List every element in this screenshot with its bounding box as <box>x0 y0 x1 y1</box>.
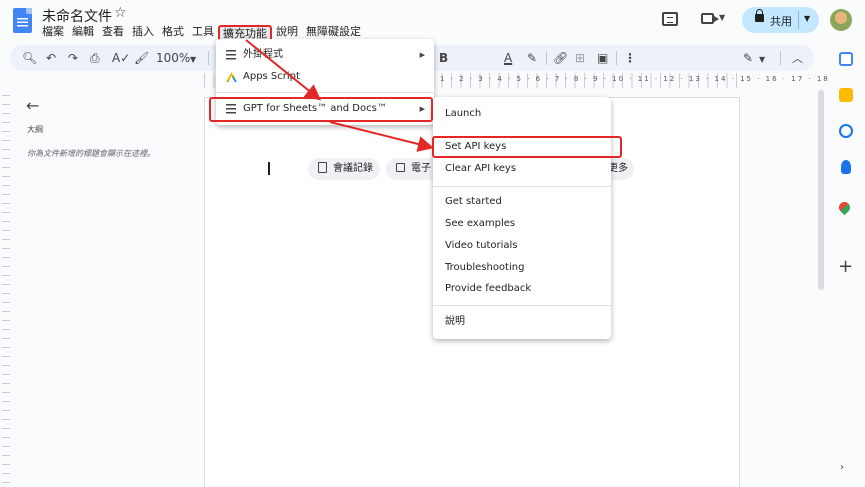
search-icon[interactable]: 🔍︎ <box>22 50 37 66</box>
comment-history-icon[interactable] <box>662 12 678 26</box>
redo-icon[interactable]: ↷ <box>68 50 78 66</box>
menu-item-label: Provide feedback <box>445 283 532 294</box>
more-icon[interactable]: ⋮ <box>624 50 636 66</box>
menu-item-label: Troubleshooting <box>445 262 525 273</box>
menu-item-label: Set API keys <box>445 141 507 152</box>
menu-item-addons[interactable]: 外掛程式 ▶ <box>216 44 434 66</box>
menu-file[interactable]: 檔案 <box>38 25 68 43</box>
ruler-numbers: 1 · 2 · 3 · 4 · 5 · 6 · 7 · 8 · 9 · 10 ·… <box>440 75 830 83</box>
vertical-ruler <box>2 95 10 487</box>
menu-divider <box>216 92 434 93</box>
menu-item-see-examples[interactable]: See examples <box>433 213 611 235</box>
add-addon-icon[interactable]: + <box>838 258 853 276</box>
spellcheck-icon[interactable]: A✓ <box>112 50 130 66</box>
document-title[interactable]: 未命名文件 <box>42 6 112 26</box>
chip-label: 電子 <box>411 163 431 174</box>
maps-icon[interactable] <box>836 199 853 216</box>
menu-item-troubleshooting[interactable]: Troubleshooting <box>433 257 611 279</box>
menu-item-launch[interactable]: Launch <box>433 103 611 125</box>
menu-item-label: Launch <box>445 108 482 119</box>
edit-mode-caret-icon[interactable]: ▼ <box>759 52 765 68</box>
menu-edit[interactable]: 編輯 <box>68 25 98 43</box>
keep-icon[interactable] <box>839 88 853 102</box>
image-icon[interactable]: ▣ <box>597 50 608 66</box>
outline-hint: 你為文件新增的標題會顯示在這裡。 <box>27 149 155 158</box>
show-side-panel-icon[interactable]: › <box>840 462 854 476</box>
menu-item-label: Get started <box>445 196 502 207</box>
menu-tools[interactable]: 工具 <box>188 25 218 43</box>
menu-item-label: Video tutorials <box>445 240 518 251</box>
menu-item-video-tutorials[interactable]: Video tutorials <box>433 235 611 257</box>
gpt-submenu: Launch Set API keys Clear API keys Get s… <box>433 97 611 339</box>
menu-item-label: GPT for Sheets™ and Docs™ <box>243 103 387 114</box>
menu-item-get-started[interactable]: Get started <box>433 191 611 213</box>
highlight-icon[interactable]: ✎ <box>527 50 537 66</box>
comment-add-icon[interactable]: ⊞ <box>575 50 585 66</box>
gpt-addon-icon <box>226 104 236 114</box>
menu-item-label: 外掛程式 <box>243 49 283 60</box>
chip-meeting-notes[interactable]: 會議記錄 <box>308 158 380 180</box>
bold-icon[interactable]: B <box>439 50 448 66</box>
menu-item-label: Clear API keys <box>445 163 517 174</box>
docs-logo-icon[interactable] <box>13 8 32 33</box>
menu-item-label: Apps Script <box>243 71 300 82</box>
star-icon[interactable]: ☆ <box>114 5 127 21</box>
scrollbar[interactable] <box>818 90 824 290</box>
menu-insert[interactable]: 插入 <box>128 25 158 43</box>
text-cursor <box>268 162 270 175</box>
menu-divider <box>433 305 611 306</box>
print-icon[interactable]: ⎙ <box>90 50 100 66</box>
lock-icon <box>755 9 764 22</box>
back-arrow-icon[interactable]: ← <box>26 96 39 115</box>
link-icon[interactable]: 🔗︎ <box>553 50 568 66</box>
share-divider <box>798 11 799 29</box>
edit-mode-icon[interactable]: ✎ <box>743 50 753 66</box>
collapse-toolbar-icon[interactable]: ︿ <box>792 50 803 66</box>
share-caret-icon[interactable]: ▼ <box>804 14 810 23</box>
submenu-arrow-icon: ▶ <box>419 105 425 113</box>
menu-item-set-api-keys[interactable]: Set API keys <box>433 136 611 158</box>
side-panel: + › <box>829 42 865 487</box>
meet-icon[interactable] <box>701 13 719 24</box>
menu-view[interactable]: 查看 <box>98 25 128 43</box>
contacts-icon[interactable] <box>841 160 851 174</box>
toolbar-divider <box>780 51 781 65</box>
tasks-icon[interactable] <box>839 124 853 138</box>
calendar-icon[interactable] <box>839 52 853 66</box>
toolbar-divider <box>208 51 209 65</box>
paint-format-icon[interactable]: 🖌︎ <box>134 50 149 66</box>
title-bar: 未命名文件 ☆ 檔案 編輯 查看 插入 格式 工具 擴充功能 說明 無障礙設定 … <box>0 0 865 43</box>
chip-label: 會議記錄 <box>333 163 373 174</box>
menu-item-apps-script[interactable]: Apps Script <box>216 66 434 88</box>
avatar[interactable] <box>830 9 852 31</box>
zoom-select[interactable]: 100% <box>156 50 190 66</box>
mail-icon <box>396 163 405 172</box>
menu-divider <box>433 186 611 187</box>
menu-item-label: See examples <box>445 218 516 229</box>
text-color-icon[interactable]: A <box>504 50 512 66</box>
chip-label: 更多 <box>608 163 628 174</box>
document-icon <box>318 162 327 173</box>
menu-item-help[interactable]: 說明 <box>433 311 611 333</box>
meet-caret-icon[interactable]: ▼ <box>719 13 725 22</box>
menu-item-provide-feedback[interactable]: Provide feedback <box>433 278 611 300</box>
share-label: 共用 <box>770 15 792 28</box>
menu-item-label: 說明 <box>445 316 465 327</box>
menu-item-gpt-for-sheets-and-docs[interactable]: GPT for Sheets™ and Docs™ ▶ <box>216 98 434 120</box>
menu-format[interactable]: 格式 <box>158 25 188 43</box>
outline-label: 大綱 <box>27 125 43 134</box>
extensions-menu: 外掛程式 ▶ Apps Script GPT for Sheets™ and D… <box>216 39 434 125</box>
toolbar-divider <box>546 51 547 65</box>
menu-item-clear-api-keys[interactable]: Clear API keys <box>433 158 611 180</box>
zoom-caret-icon[interactable]: ▼ <box>190 52 196 68</box>
addons-icon <box>226 50 236 60</box>
submenu-arrow-icon: ▶ <box>419 51 425 59</box>
toolbar-divider <box>616 51 617 65</box>
apps-script-icon <box>226 72 237 82</box>
undo-icon[interactable]: ↶ <box>46 50 56 66</box>
share-button[interactable]: 共用 ▼ <box>742 7 819 33</box>
